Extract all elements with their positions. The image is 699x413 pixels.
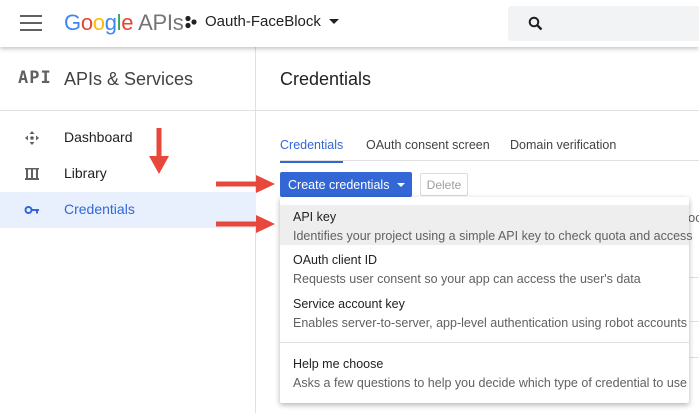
- menu-item-oauth-client-id[interactable]: OAuth client ID Requests user consent so…: [280, 248, 689, 288]
- annotation-arrow-right-icon: [216, 175, 275, 193]
- chevron-down-icon: [328, 19, 339, 24]
- divider: [690, 357, 699, 358]
- divider: [690, 321, 699, 322]
- page-title: Credentials: [280, 69, 372, 89]
- menu-item-description: Requests user consent so your app can ac…: [293, 272, 641, 286]
- project-selector[interactable]: Oauth-FaceBlock: [184, 13, 339, 30]
- tabs-divider: [280, 160, 699, 161]
- menu-divider: [280, 342, 689, 343]
- menu-item-description: Asks a few questions to help you decide …: [293, 376, 687, 390]
- sidebar-title: APIs & Services: [64, 69, 194, 89]
- divider: [690, 277, 699, 278]
- top-app-bar: Google APIs Oauth-FaceBlock: [0, 0, 699, 47]
- google-apis-logo[interactable]: Google APIs: [64, 10, 184, 36]
- page-header: Credentials: [256, 47, 699, 111]
- menu-item-description: Identifies your project using a simple A…: [293, 229, 693, 243]
- background-text: oc: [688, 210, 699, 225]
- sidebar-item-label: Credentials: [64, 201, 135, 217]
- project-name: Oauth-FaceBlock: [205, 13, 321, 30]
- chevron-down-icon: [397, 182, 406, 187]
- menu-item-title: API key: [293, 210, 337, 224]
- hamburger-icon[interactable]: [20, 15, 42, 32]
- menu-item-title: OAuth client ID: [293, 253, 378, 267]
- create-credentials-menu: API key Identifies your project using a …: [280, 197, 693, 403]
- menu-item-service-account-key[interactable]: Service account key Enables server-to-se…: [280, 292, 689, 332]
- menu-item-title: Service account key: [293, 297, 405, 311]
- search-icon: [528, 16, 543, 31]
- annotation-arrow-right-icon: [216, 215, 275, 233]
- create-credentials-label: Create credentials: [288, 177, 390, 192]
- sidebar-item-label: Dashboard: [64, 129, 133, 145]
- create-credentials-button[interactable]: Create credentials: [280, 172, 412, 197]
- menu-item-title: Help me choose: [293, 357, 384, 371]
- api-badge-icon: API: [18, 68, 52, 88]
- project-icon: [185, 15, 197, 28]
- menu-item-api-key[interactable]: API key Identifies your project using a …: [280, 205, 693, 245]
- library-icon: [25, 168, 39, 180]
- sidebar-item-label: Library: [64, 165, 107, 181]
- delete-button: Delete: [420, 173, 468, 196]
- menu-item-help-me-choose[interactable]: Help me choose Asks a few questions to h…: [280, 352, 689, 392]
- search-bar[interactable]: [508, 6, 699, 41]
- dashboard-icon: [25, 131, 39, 145]
- sidebar-item-dashboard[interactable]: Dashboard: [0, 120, 256, 156]
- menu-item-description: Enables server-to-server, app-level auth…: [293, 316, 687, 330]
- key-icon: [24, 206, 39, 214]
- logo-suffix: APIs: [138, 10, 184, 35]
- annotation-arrow-down-icon: [149, 128, 169, 174]
- sidebar-header: API APIs & Services: [0, 47, 256, 111]
